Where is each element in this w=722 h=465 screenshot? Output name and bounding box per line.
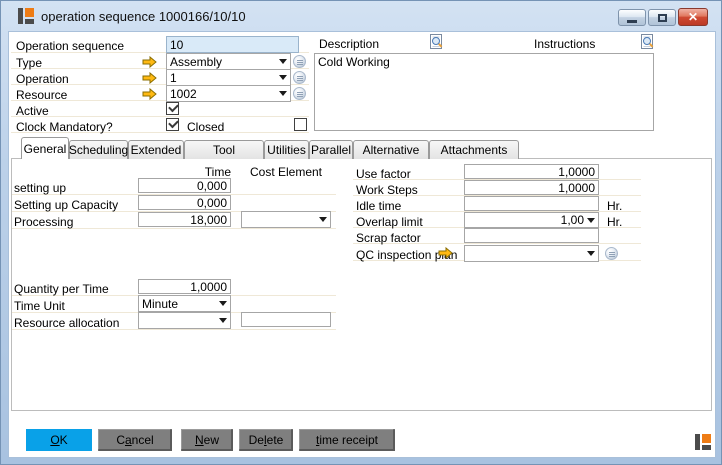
instructions-editor-icon[interactable] bbox=[640, 33, 655, 50]
operation-select-list-button[interactable] bbox=[293, 71, 306, 84]
instructions-label: Instructions bbox=[534, 37, 595, 51]
idle-time-input[interactable] bbox=[464, 196, 599, 211]
tab-scheduling[interactable]: Scheduling bbox=[69, 140, 128, 159]
resource-allocation-extra-input[interactable] bbox=[241, 312, 331, 327]
description-label: Description bbox=[319, 37, 379, 51]
tab-extended[interactable]: Extended bbox=[128, 140, 184, 159]
cost-element-dropdown[interactable] bbox=[241, 211, 331, 228]
chevron-down-icon bbox=[219, 318, 227, 323]
setting-up-label: setting up bbox=[14, 181, 66, 195]
close-button[interactable]: ✕ bbox=[678, 8, 708, 26]
tab-parallel[interactable]: Parallel bbox=[309, 140, 353, 159]
row-separator bbox=[11, 116, 309, 117]
time-receipt-button[interactable]: time receipt bbox=[299, 429, 395, 451]
setting-up-input[interactable] bbox=[138, 178, 231, 193]
setting-up-capacity-label: Setting up Capacity bbox=[14, 198, 118, 212]
active-checkbox[interactable] bbox=[166, 102, 179, 115]
use-factor-input[interactable] bbox=[464, 164, 599, 179]
description-textarea[interactable]: Cold Working bbox=[314, 53, 654, 131]
time-column-header: Time bbox=[151, 165, 231, 179]
app-logo-icon bbox=[18, 8, 34, 24]
time-unit-dropdown[interactable]: Minute bbox=[138, 295, 231, 312]
idle-time-label: Idle time bbox=[356, 199, 401, 213]
overlap-limit-unit: Hr. bbox=[607, 215, 622, 229]
description-editor-icon[interactable] bbox=[429, 33, 444, 50]
chevron-down-icon bbox=[319, 217, 327, 222]
resource-allocation-dropdown[interactable] bbox=[138, 312, 231, 329]
setting-up-capacity-input[interactable] bbox=[138, 195, 231, 210]
overlap-limit-label: Overlap limit bbox=[356, 215, 423, 229]
closed-checkbox[interactable] bbox=[294, 118, 307, 131]
maximize-button[interactable] bbox=[648, 9, 676, 26]
operation-sequence-label: Operation sequence bbox=[16, 39, 124, 53]
resize-grip-logo[interactable] bbox=[695, 434, 711, 450]
resource-select-list-button[interactable] bbox=[293, 87, 306, 100]
idle-time-unit: Hr. bbox=[607, 199, 622, 213]
minimize-button[interactable] bbox=[618, 9, 646, 26]
list-icon bbox=[609, 252, 615, 253]
use-factor-label: Use factor bbox=[356, 167, 411, 181]
tab-utilities[interactable]: Utilities bbox=[264, 140, 309, 159]
work-steps-label: Work Steps bbox=[356, 183, 418, 197]
type-label: Type bbox=[16, 56, 42, 70]
operation-link-arrow-icon[interactable] bbox=[142, 72, 157, 84]
title-bar: operation sequence 1000166/10/10 ✕ bbox=[1, 1, 722, 31]
operation-label: Operation bbox=[16, 72, 69, 86]
dialog-window: operation sequence 1000166/10/10 ✕ Opera… bbox=[0, 0, 722, 465]
active-label: Active bbox=[16, 104, 49, 118]
resource-label: Resource bbox=[16, 88, 67, 102]
cancel-button[interactable]: Cancel bbox=[98, 429, 172, 451]
tab-alternative[interactable]: Alternative bbox=[353, 140, 429, 159]
chevron-down-icon bbox=[219, 301, 227, 306]
clock-mandatory-checkbox[interactable] bbox=[166, 118, 179, 131]
maximize-icon bbox=[658, 14, 667, 22]
list-icon bbox=[297, 92, 303, 93]
delete-button[interactable]: Delete bbox=[239, 429, 293, 451]
type-dropdown[interactable]: Assembly bbox=[166, 53, 291, 70]
window-title: operation sequence 1000166/10/10 bbox=[41, 9, 246, 24]
chevron-down-icon bbox=[279, 59, 287, 64]
tab-attachments[interactable]: Attachments bbox=[429, 140, 519, 159]
check-icon bbox=[168, 118, 179, 129]
ok-button[interactable]: OK bbox=[26, 429, 92, 451]
chevron-down-icon bbox=[587, 251, 595, 256]
operation-sequence-input[interactable] bbox=[166, 36, 299, 53]
minimize-icon bbox=[627, 20, 637, 23]
quantity-per-time-label: Quantity per Time bbox=[14, 282, 109, 296]
overlap-limit-combo[interactable]: 1,00 bbox=[464, 212, 599, 228]
type-link-arrow-icon[interactable] bbox=[142, 56, 157, 68]
chevron-down-icon bbox=[587, 218, 595, 223]
chevron-down-icon bbox=[279, 75, 287, 80]
close-icon: ✕ bbox=[688, 11, 698, 23]
resource-allocation-label: Resource allocation bbox=[14, 316, 119, 330]
qc-inspection-plan-select-list-button[interactable] bbox=[605, 247, 618, 260]
operation-dropdown[interactable]: 1 bbox=[166, 69, 291, 86]
type-select-list-button[interactable] bbox=[293, 55, 306, 68]
cost-element-column-header: Cost Element bbox=[241, 165, 331, 179]
list-icon bbox=[297, 60, 303, 61]
tab-general[interactable]: General bbox=[21, 137, 69, 159]
work-steps-input[interactable] bbox=[464, 180, 599, 195]
time-unit-label: Time Unit bbox=[14, 299, 65, 313]
processing-label: Processing bbox=[14, 215, 73, 229]
chevron-down-icon bbox=[279, 91, 287, 96]
closed-label: Closed bbox=[187, 120, 224, 134]
scrap-factor-label: Scrap factor bbox=[356, 231, 421, 245]
new-button[interactable]: New bbox=[181, 429, 233, 451]
tab-tool[interactable]: Tool bbox=[184, 140, 264, 159]
check-icon bbox=[168, 102, 179, 113]
qc-inspection-plan-dropdown[interactable] bbox=[464, 245, 599, 262]
clock-mandatory-label: Clock Mandatory? bbox=[16, 120, 113, 134]
resource-link-arrow-icon[interactable] bbox=[142, 88, 157, 100]
qc-inspection-plan-link-arrow-icon[interactable] bbox=[438, 247, 453, 259]
processing-input[interactable] bbox=[138, 212, 231, 227]
resource-dropdown[interactable]: 1002 bbox=[166, 85, 291, 102]
scrap-factor-input[interactable] bbox=[464, 228, 599, 243]
list-icon bbox=[297, 76, 303, 77]
quantity-per-time-input[interactable] bbox=[138, 279, 231, 294]
